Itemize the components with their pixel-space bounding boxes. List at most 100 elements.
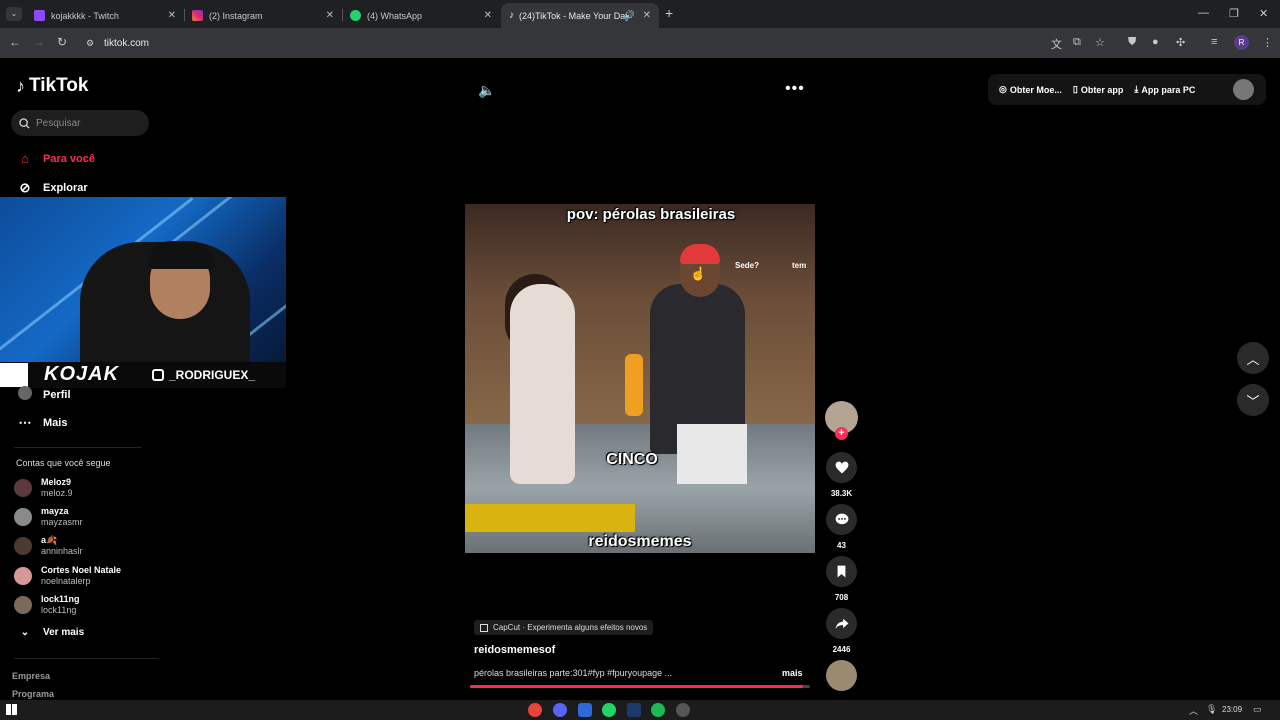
reload-icon[interactable]: ↻ bbox=[57, 35, 67, 49]
account-name: mayza bbox=[41, 506, 69, 516]
footer-link-empresa[interactable]: Empresa bbox=[12, 671, 50, 681]
avatar bbox=[14, 479, 32, 497]
tray-chevron-icon[interactable]: ︿ bbox=[1189, 704, 1198, 717]
whatsapp-taskbar-icon[interactable] bbox=[602, 703, 616, 717]
close-tab-icon[interactable]: ✕ bbox=[168, 10, 176, 21]
instagram-handle-text: _RODRIGUEX_ bbox=[169, 368, 256, 382]
webcam-overlay bbox=[0, 197, 286, 387]
chevron-down-icon: ⌄ bbox=[20, 627, 30, 638]
account-handle: mayzasmr bbox=[41, 517, 83, 527]
forward-icon[interactable]: → bbox=[33, 35, 45, 49]
terminal-taskbar-icon[interactable] bbox=[627, 703, 641, 717]
microphone-icon[interactable]: 🎙 bbox=[1206, 704, 1217, 715]
tab-search-button[interactable]: ⌄ bbox=[6, 7, 22, 21]
tab-twitch[interactable]: kojakkkk - Twitch ✕ bbox=[26, 3, 184, 28]
profile-avatar[interactable]: R bbox=[1234, 35, 1249, 50]
share-count: 2446 bbox=[832, 645, 851, 654]
share-button[interactable] bbox=[826, 608, 857, 639]
user-avatar[interactable] bbox=[1233, 79, 1254, 100]
video-sign: tem bbox=[792, 261, 807, 270]
windows-taskbar: ︿ 🎙 23:09 ▭ bbox=[0, 700, 1280, 720]
nav-explore[interactable]: ⊘ Explorar bbox=[16, 180, 88, 196]
expand-description-button[interactable]: mais bbox=[782, 668, 803, 678]
address-bar[interactable]: ⚙ tiktok.com bbox=[80, 32, 1120, 54]
tab-tiktok[interactable]: ♪ (24)TikTok - Make Your Day 🔊 ✕ bbox=[501, 3, 659, 28]
previous-video-button[interactable]: ︿ bbox=[1237, 342, 1269, 374]
nav-profile[interactable]: Perfil bbox=[16, 386, 71, 403]
following-account[interactable]: mayza mayzasmr bbox=[14, 506, 83, 528]
chrome-taskbar-icon[interactable] bbox=[528, 703, 542, 717]
settings-taskbar-icon[interactable] bbox=[676, 703, 690, 717]
tab-instagram[interactable]: (2) Instagram ✕ bbox=[184, 3, 342, 28]
close-tab-icon[interactable]: ✕ bbox=[484, 10, 492, 21]
nav-label: Mais bbox=[43, 417, 68, 429]
minimize-icon[interactable]: — bbox=[1198, 7, 1209, 19]
account-handle: anninhaslr bbox=[41, 546, 83, 556]
media-control-icon[interactable]: ≡ bbox=[1211, 36, 1217, 48]
pc-app-button[interactable]: ⤓ App para PC bbox=[1134, 84, 1195, 95]
following-account[interactable]: Cortes Noel Natale noelnatalerp bbox=[14, 565, 121, 587]
nav-for-you[interactable]: ⌂ Para você bbox=[16, 151, 95, 166]
url-text: tiktok.com bbox=[104, 37, 150, 49]
next-video-button[interactable]: ﹀ bbox=[1237, 384, 1269, 416]
spotify-taskbar-icon[interactable] bbox=[651, 703, 665, 717]
browser-menu-icon[interactable]: ⋮ bbox=[1262, 36, 1273, 49]
speaker-icon[interactable]: 🔊 bbox=[624, 10, 635, 21]
site-info-icon[interactable]: ⚙ bbox=[86, 38, 94, 49]
music-disc[interactable] bbox=[826, 660, 857, 691]
bookmark-star-icon[interactable]: ☆ bbox=[1095, 36, 1105, 49]
tiktok-logo[interactable]: ♪ TikTok bbox=[16, 75, 88, 97]
tab-title: (4) WhatsApp bbox=[367, 10, 423, 21]
search-input[interactable]: Pesquisar bbox=[11, 110, 149, 136]
system-clock[interactable]: 23:09 bbox=[1222, 705, 1242, 714]
close-window-icon[interactable]: ✕ bbox=[1259, 7, 1268, 20]
video-progress-bar[interactable] bbox=[470, 685, 810, 688]
save-button[interactable] bbox=[826, 556, 857, 587]
browser-tab-bar: ⌄ kojakkkk - Twitch ✕ (2) Instagram ✕ (4… bbox=[0, 0, 1280, 28]
video-author[interactable]: reidosmemesof bbox=[474, 644, 555, 656]
restore-icon[interactable]: ❐ bbox=[1229, 7, 1239, 20]
puzzle-extensions-icon[interactable]: ✣ bbox=[1176, 36, 1185, 49]
top-right-actions: ◎ Obter Moe... ▯ Obter app ⤓ App para PC bbox=[988, 74, 1266, 105]
nav-more[interactable]: ⋯ Mais bbox=[16, 415, 68, 431]
account-handle: noelnatalerp bbox=[41, 576, 91, 586]
more-options-icon[interactable]: ••• bbox=[785, 80, 805, 98]
save-count: 708 bbox=[834, 593, 849, 602]
nav-label: Para você bbox=[43, 152, 95, 165]
comment-button[interactable] bbox=[826, 504, 857, 535]
get-app-button[interactable]: ▯ Obter app bbox=[1073, 84, 1123, 95]
translate-icon[interactable]: 文 bbox=[1051, 36, 1062, 52]
capcut-badge[interactable]: CapCut · Experimenta alguns efeitos novo… bbox=[474, 620, 654, 635]
profile-icon bbox=[16, 386, 34, 403]
close-tab-icon[interactable]: ✕ bbox=[326, 10, 334, 21]
video-caption-mid: CINCO bbox=[606, 451, 658, 468]
follow-plus-icon[interactable]: + bbox=[835, 427, 848, 440]
tab-whatsapp[interactable]: (4) WhatsApp ✕ bbox=[342, 3, 500, 28]
sidebar-divider bbox=[14, 658, 159, 659]
following-account[interactable]: Meloz9 meloz.9 bbox=[14, 477, 73, 499]
get-coins-button[interactable]: ◎ Obter Moe... bbox=[999, 84, 1062, 95]
shield-extension-icon[interactable]: ⛊ bbox=[1128, 36, 1136, 49]
bookmark-icon bbox=[837, 565, 846, 578]
following-account[interactable]: lock11ng lock11ng bbox=[14, 594, 80, 616]
overlay-white-block bbox=[0, 363, 28, 387]
notification-icon[interactable]: ▭ bbox=[1253, 704, 1262, 715]
avatar bbox=[14, 596, 32, 614]
extension-icon[interactable]: ● bbox=[1152, 36, 1159, 48]
volume-icon[interactable]: 🔈 bbox=[478, 82, 495, 99]
close-tab-icon[interactable]: ✕ bbox=[643, 10, 651, 21]
new-tab-button[interactable]: + bbox=[665, 5, 673, 21]
video-player[interactable]: Sede? tem pov: pérolas brasileiras CINCO… bbox=[465, 204, 815, 553]
back-icon[interactable]: ← bbox=[9, 35, 21, 49]
nav-label: Explorar bbox=[43, 182, 88, 194]
app-taskbar-icon[interactable] bbox=[578, 703, 592, 717]
discord-taskbar-icon[interactable] bbox=[553, 703, 567, 717]
following-account[interactable]: a🍂 anninhaslr bbox=[14, 535, 83, 557]
windows-start-icon[interactable] bbox=[6, 704, 17, 715]
see-more-button[interactable]: ⌄ Ver mais bbox=[16, 627, 84, 638]
cast-icon[interactable]: ⧉ bbox=[1073, 36, 1081, 49]
capcut-icon bbox=[480, 623, 488, 632]
browser-toolbar: ← → ↻ ⚙ tiktok.com 文 ⧉ ☆ ⛊ ● ✣ ≡ R ⋮ bbox=[0, 28, 1280, 58]
like-button[interactable] bbox=[826, 452, 857, 483]
footer-link-programa[interactable]: Programa bbox=[12, 689, 54, 699]
